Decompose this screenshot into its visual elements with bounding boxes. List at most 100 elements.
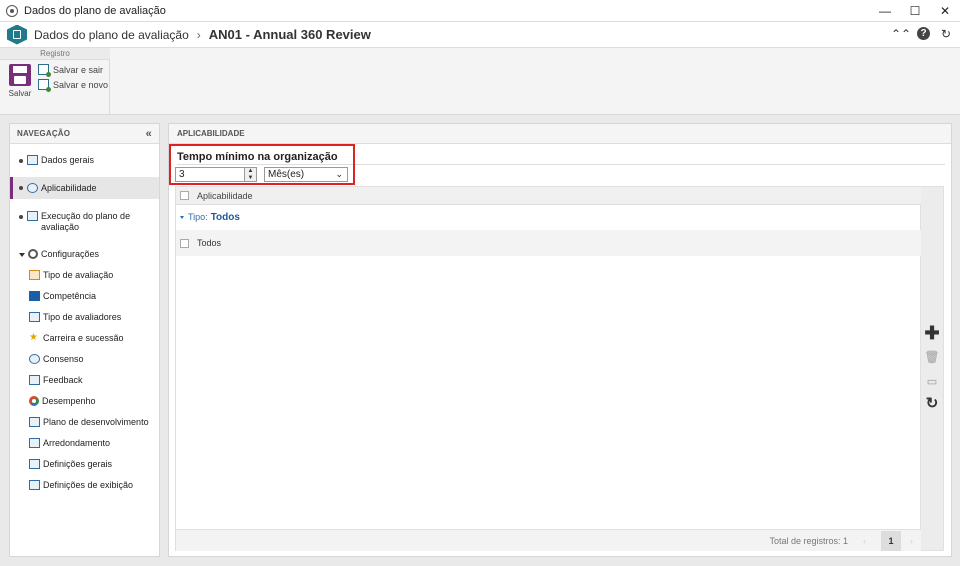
grid-footer: Total de registros: 1 ‹ 1 ›: [176, 529, 922, 551]
ribbon-group-registro: Registro Salvar Salvar e sair Salvar e n…: [0, 48, 110, 115]
save-exit-icon: [38, 64, 51, 77]
performance-icon: [29, 396, 39, 406]
prev-page-icon[interactable]: ‹: [863, 536, 866, 546]
table-row[interactable]: Todos: [176, 230, 922, 256]
refresh-grid-icon[interactable]: ↻: [924, 395, 940, 412]
breadcrumb-separator-icon: ›: [196, 27, 201, 42]
navigation-panel: NAVEGAÇÃO « Dados gerais Aplicabilidade …: [9, 123, 160, 557]
expand-caret-icon[interactable]: [19, 253, 25, 257]
execution-icon: [27, 211, 38, 221]
collapse-panel-icon[interactable]: «: [146, 128, 152, 140]
nav-item-label: Desempenho: [42, 396, 96, 406]
sidebar-item-definicoes-gerais[interactable]: Definições gerais: [29, 459, 159, 470]
current-page-button[interactable]: 1: [881, 530, 901, 551]
total-records: Total de registros: 1: [769, 535, 848, 546]
record-header: Dados do plano de avaliação › AN01 - Ann…: [0, 22, 960, 48]
min-time-input[interactable]: 3: [175, 167, 245, 182]
save-and-exit-button[interactable]: Salvar e sair: [38, 64, 103, 77]
nav-item-execucao[interactable]: Execução do plano de avaliação: [10, 211, 159, 233]
grid-toolbar: ✚ 🗑 ▭ ↻: [921, 186, 944, 551]
window-titlebar: Dados do plano de avaliação — ☐ ✕: [0, 0, 960, 22]
header-actions: ⌃⌃ ? ↻: [891, 26, 954, 42]
nav-item-label: Definições de exibição: [43, 480, 134, 490]
sidebar-item-consenso[interactable]: Consenso: [29, 354, 159, 365]
page-title: AN01 - Annual 360 Review: [208, 27, 371, 42]
display-settings-icon: [29, 480, 40, 490]
competence-icon: [29, 291, 40, 301]
row-checkbox[interactable]: [180, 238, 189, 248]
gear-icon: [28, 249, 38, 259]
bullet-icon: [19, 215, 23, 219]
module-logo-icon: [7, 24, 27, 45]
nav-item-dados-gerais[interactable]: Dados gerais: [10, 155, 159, 166]
nav-item-label: Definições gerais: [43, 459, 113, 469]
collapse-up-icon[interactable]: ⌃⌃: [891, 26, 911, 42]
sidebar-item-definicoes-exibicao[interactable]: Definições de exibição: [29, 480, 159, 491]
ribbon-group-label: Registro: [0, 48, 110, 60]
development-plan-icon: [29, 417, 40, 427]
nav-item-label: Tipo de avaliadores: [43, 312, 122, 322]
feedback-icon: [29, 375, 40, 385]
sidebar-item-feedback[interactable]: Feedback: [29, 375, 159, 386]
refresh-icon[interactable]: ↻: [938, 26, 954, 42]
section-heading-label: APLICABILIDADE: [177, 129, 245, 138]
nav-item-label: Feedback: [43, 375, 83, 385]
group-caret-icon[interactable]: [180, 215, 184, 219]
nav-item-label: Plano de desenvolvimento: [43, 417, 149, 427]
nav-item-label: Dados gerais: [41, 155, 95, 165]
save-and-new-button[interactable]: Salvar e novo: [38, 79, 109, 92]
select-all-checkbox[interactable]: [180, 191, 189, 200]
field-divider: [177, 164, 945, 165]
time-unit-select[interactable]: Mês(es) ⌄: [264, 167, 348, 182]
min-time-label: Tempo mínimo na organização: [177, 151, 338, 163]
help-icon[interactable]: ?: [917, 27, 930, 40]
sidebar-item-plano-desenvolvimento[interactable]: Plano de desenvolvimento: [29, 417, 159, 428]
time-unit-value: Mês(es): [268, 169, 305, 180]
main-panel: APLICABILIDADE Tempo mínimo na organizaç…: [168, 123, 952, 557]
consensus-icon: [29, 354, 40, 364]
applicability-icon: [27, 183, 38, 193]
general-settings-icon: [29, 459, 40, 469]
save-button[interactable]: Salvar: [6, 64, 34, 98]
sidebar-item-carreira[interactable]: ★ Carreira e sucessão: [29, 333, 159, 344]
number-spinner-icon[interactable]: ▲ ▼: [245, 167, 257, 182]
save-button-label: Salvar: [8, 89, 32, 98]
bullet-icon: [19, 159, 23, 163]
nav-item-configuracoes[interactable]: Configurações: [10, 249, 159, 260]
sidebar-item-arredondamento[interactable]: Arredondamento: [29, 438, 159, 449]
grid-header: Aplicabilidade: [176, 187, 922, 205]
nav-item-label: Configurações: [41, 249, 100, 259]
career-star-icon: ★: [29, 332, 38, 343]
nav-item-aplicabilidade[interactable]: Aplicabilidade: [10, 177, 159, 199]
sidebar-item-tipo-avaliacao[interactable]: Tipo de avaliação: [29, 270, 159, 281]
breadcrumb[interactable]: Dados do plano de avaliação: [34, 28, 189, 42]
nav-item-label: Tipo de avaliação: [43, 270, 114, 280]
sidebar-item-competencia[interactable]: Competência: [29, 291, 159, 302]
group-row[interactable]: Tipo: Todos: [176, 209, 922, 225]
save-and-new-label: Salvar e novo: [53, 79, 109, 90]
add-icon[interactable]: ✚: [924, 323, 940, 343]
applicability-grid: Aplicabilidade Tipo: Todos Todos Total d…: [175, 186, 922, 551]
general-data-icon: [27, 155, 38, 165]
minimize-icon[interactable]: —: [870, 0, 900, 22]
close-icon[interactable]: ✕: [930, 0, 960, 22]
window-controls: — ☐ ✕: [870, 0, 960, 22]
floppy-disk-icon: [9, 64, 31, 86]
nav-heading-label: NAVEGAÇÃO: [17, 129, 71, 138]
next-page-icon[interactable]: ›: [910, 536, 913, 546]
sidebar-item-tipo-avaliadores[interactable]: Tipo de avaliadores: [29, 312, 159, 323]
view-icon[interactable]: ▭: [924, 373, 940, 389]
delete-icon[interactable]: 🗑: [924, 349, 940, 365]
maximize-icon[interactable]: ☐: [900, 0, 930, 22]
app-icon: [6, 4, 18, 17]
nav-item-label: Aplicabilidade: [41, 182, 97, 193]
window-title: Dados do plano de avaliação: [24, 4, 166, 17]
nav-item-label: Carreira e sucessão: [43, 333, 124, 343]
toolbar-ribbon: Registro Salvar Salvar e sair Salvar e n…: [0, 48, 960, 115]
sidebar-item-desempenho[interactable]: Desempenho: [29, 396, 159, 407]
nav-item-label: Arredondamento: [43, 438, 111, 448]
chevron-down-icon: ⌄: [335, 169, 343, 179]
evaluator-type-icon: [29, 312, 40, 322]
column-header-aplicabilidade[interactable]: Aplicabilidade: [197, 191, 253, 201]
save-new-icon: [38, 79, 51, 92]
